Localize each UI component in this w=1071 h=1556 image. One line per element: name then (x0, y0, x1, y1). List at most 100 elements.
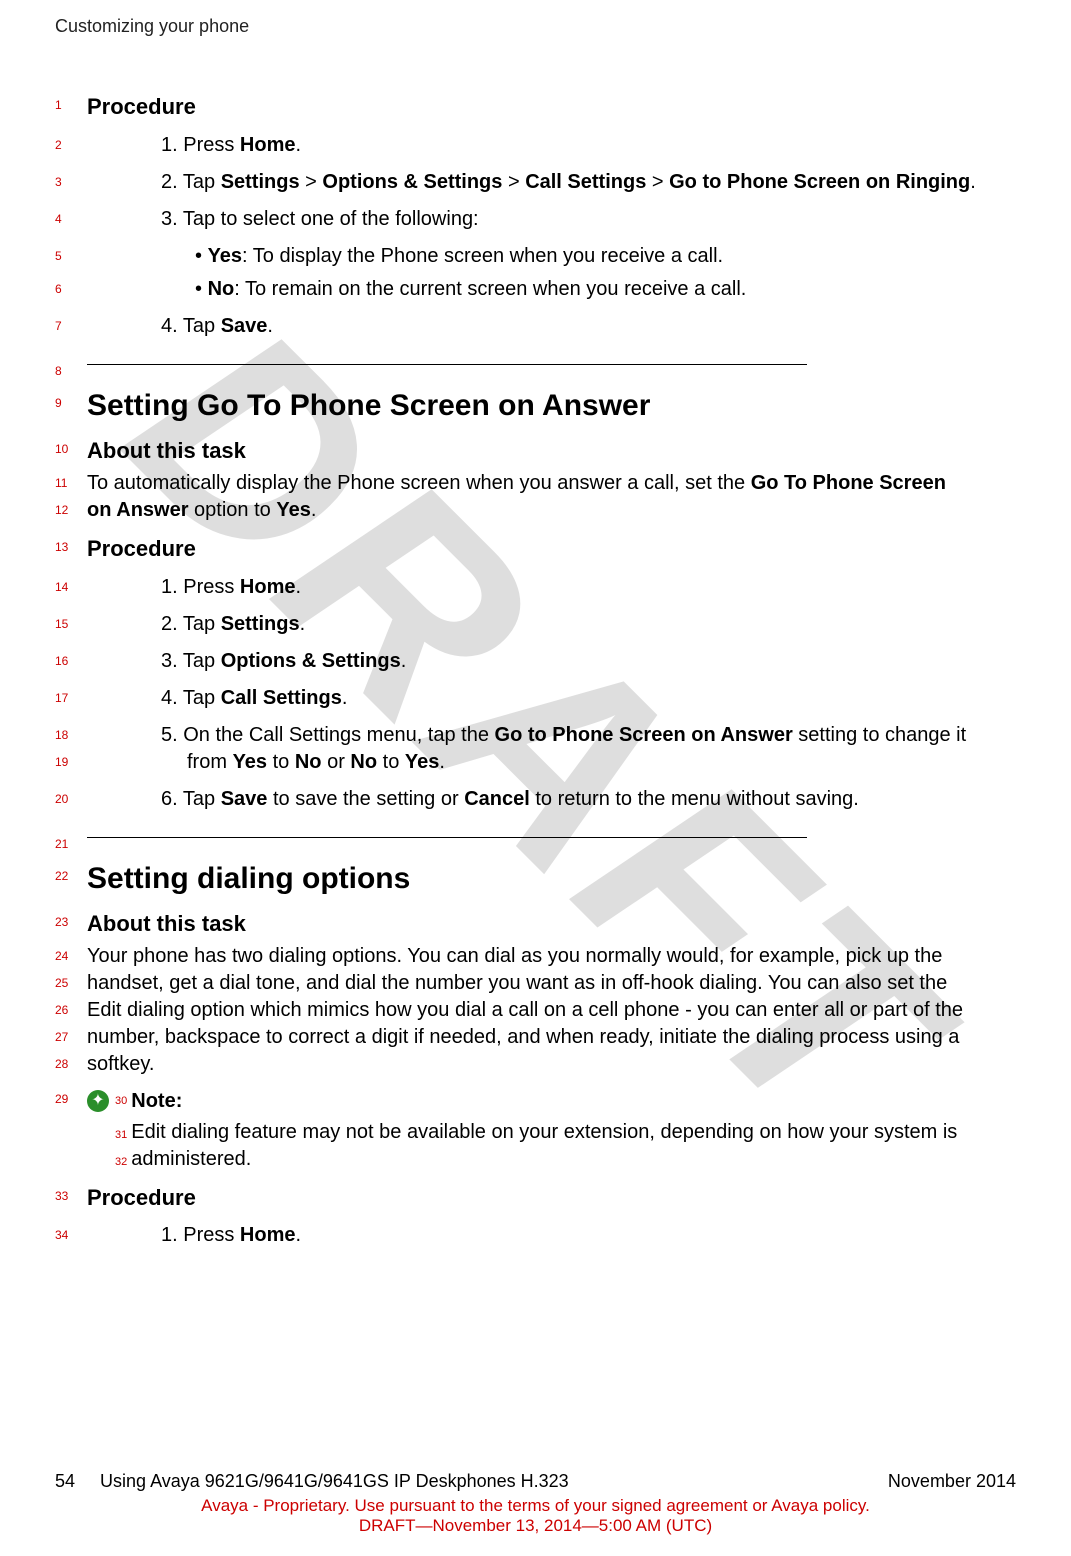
ui-term: Go to Phone Screen on Answer (495, 724, 793, 746)
ui-term: Options & Settings (221, 650, 401, 672)
line-number: 1 (55, 92, 87, 112)
line-number: 19 (55, 749, 87, 769)
ui-term: on Answer (87, 499, 189, 521)
section-rule (87, 364, 807, 365)
text: option to (189, 499, 277, 521)
text: > (502, 171, 525, 193)
line-number: 10 (55, 436, 87, 456)
note-body: 31 Edit dialing feature may not be availa… (87, 1119, 1016, 1146)
line-number: 27 (55, 1024, 87, 1044)
note-icon: ✦ (87, 1090, 109, 1112)
ui-term: No (295, 751, 322, 773)
text: . (401, 650, 407, 672)
line-number: 13 (55, 534, 87, 554)
line-number: 4 (55, 206, 87, 226)
line-number: 7 (55, 313, 87, 333)
text: • (195, 245, 208, 267)
text: . (342, 687, 348, 709)
text: 4. Tap (161, 315, 221, 337)
line-number: 25 (55, 970, 87, 990)
ui-term: Save (221, 315, 268, 337)
line-number: 3 (55, 169, 87, 189)
document-page: DRAFT Customizing your phone 1 Procedure… (0, 0, 1071, 1556)
line-number: 24 (55, 943, 87, 963)
section-heading: Setting Go To Phone Screen on Answer (87, 386, 1016, 427)
text: 1. Press (161, 1224, 240, 1246)
footer-left: 54 Using Avaya 9621G/9641G/9641GS IP Des… (55, 1471, 569, 1492)
line-number: 9 (55, 386, 87, 410)
line-number: 34 (55, 1222, 87, 1242)
ui-term: No (350, 751, 377, 773)
step-text: 5. On the Call Settings menu, tap the Go… (87, 722, 1016, 749)
note-heading: ✦ 30 Note: (87, 1088, 1016, 1115)
line-number: 20 (55, 786, 87, 806)
text: Edit dialing feature may not be availabl… (131, 1121, 957, 1143)
paragraph-text: Edit dialing option which mimics how you… (87, 997, 1016, 1024)
paragraph-text: on Answer option to Yes. (87, 497, 1016, 524)
text: to save the setting or (267, 788, 464, 810)
line-number: 22 (55, 859, 87, 883)
ui-term: Yes (276, 499, 310, 521)
text: 5. On the Call Settings menu, tap the (161, 724, 495, 746)
ui-term: Yes (233, 751, 267, 773)
line-number: 12 (55, 497, 87, 517)
text: . (311, 499, 317, 521)
page-number: 54 (55, 1471, 75, 1491)
paragraph-text: Your phone has two dialing options. You … (87, 943, 1016, 970)
ui-term: Settings (221, 171, 300, 193)
line-number: 21 (55, 837, 87, 851)
text: 6. Tap (161, 788, 221, 810)
text: . (296, 1224, 302, 1246)
line-number: 16 (55, 648, 87, 668)
ui-term: Cancel (464, 788, 530, 810)
page-footer: 54 Using Avaya 9621G/9641G/9641GS IP Des… (55, 1471, 1016, 1536)
bullet-text: • No: To remain on the current screen wh… (87, 276, 1016, 303)
text: > (646, 171, 669, 193)
line-number: 11 (55, 470, 87, 490)
step-text: 1. Press Home. (87, 132, 1016, 159)
step-text: 3. Tap to select one of the following: (87, 206, 1016, 233)
text: to return to the menu without saving. (530, 788, 859, 810)
paragraph-text: To automatically display the Phone scree… (87, 470, 1016, 497)
line-number: 29 (55, 1088, 87, 1106)
paragraph-text: softkey. (87, 1051, 1016, 1078)
text: . (296, 576, 302, 598)
section-heading: Setting dialing options (87, 859, 1016, 900)
line-number: 15 (55, 611, 87, 631)
line-number: 30 (115, 1094, 127, 1109)
text: 1. Press (161, 134, 240, 156)
running-header: Customizing your phone (55, 16, 1016, 37)
ui-term: Home (240, 134, 296, 156)
text: 3. Tap (161, 650, 221, 672)
ui-term: Home (240, 1224, 296, 1246)
step-text: 4. Tap Call Settings. (87, 685, 1016, 712)
line-number: 5 (55, 243, 87, 263)
line-number: 8 (55, 364, 87, 378)
text: . (300, 613, 306, 635)
doc-title: Using Avaya 9621G/9641G/9641GS IP Deskph… (100, 1471, 569, 1491)
line-number: 31 (115, 1129, 127, 1141)
heading-about: About this task (87, 909, 1016, 939)
text: 4. Tap (161, 687, 221, 709)
step-text: 1. Press Home. (87, 574, 1016, 601)
bullet-text: • Yes: To display the Phone screen when … (87, 243, 1016, 270)
line-number: 26 (55, 997, 87, 1017)
ui-term: Yes (405, 751, 439, 773)
line-number: 2 (55, 132, 87, 152)
text: from (187, 751, 233, 773)
footer-date: November 2014 (888, 1471, 1016, 1492)
text: : To display the Phone screen when you r… (242, 245, 723, 267)
line-number: 32 (115, 1156, 127, 1168)
page-content: Customizing your phone 1 Procedure 2 1. … (55, 16, 1016, 1536)
heading-procedure: Procedure (87, 534, 1016, 564)
ui-term: No (208, 278, 235, 300)
ui-term: Call Settings (221, 687, 342, 709)
line-number: 14 (55, 574, 87, 594)
ui-term: Save (221, 788, 268, 810)
note-body: 32administered. (87, 1146, 1016, 1173)
note-label: Note: (131, 1088, 182, 1115)
ui-term: Home (240, 576, 296, 598)
line-number: 33 (55, 1183, 87, 1203)
paragraph-text: handset, get a dial tone, and dial the n… (87, 970, 1016, 997)
step-text: 2. Tap Settings. (87, 611, 1016, 638)
